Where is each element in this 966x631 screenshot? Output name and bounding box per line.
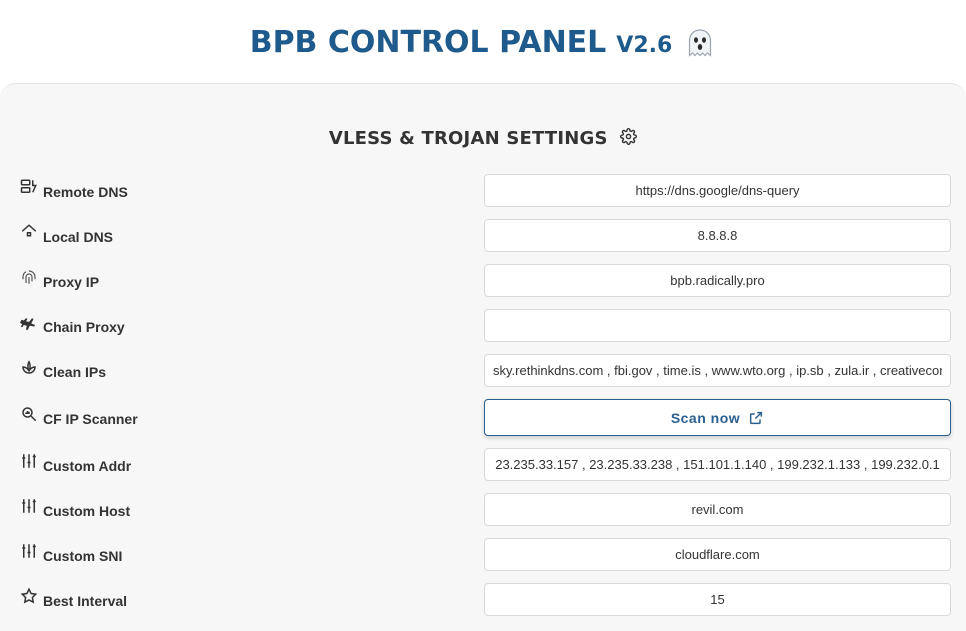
remote-dns-input[interactable] [484,174,951,207]
sliders-icon [22,453,36,468]
star-icon [20,587,38,604]
row-cf-ip-scanner: CF IP Scanner Scan now [0,399,966,448]
settings-rows: Remote DNS Local DNS [0,174,966,628]
cf-ip-scanner-label-group: CF IP Scanner [20,399,138,436]
row-remote-dns: Remote DNS [0,174,966,219]
row-custom-host: Custom Host [0,493,966,538]
custom-sni-label-group: Custom SNI [20,538,122,571]
sliders-icon [22,498,36,513]
page-title: BPB CONTROL PANEL V2.6 [250,25,717,60]
clean-ips-label: Clean IPs [43,363,107,380]
ghost-icon [689,28,712,57]
row-custom-addr: Custom Addr [0,448,966,493]
row-chain-proxy: Chain Proxy [0,309,966,354]
proxy-ip-label: Proxy IP [43,273,100,290]
chain-proxy-label: Chain Proxy [43,318,125,335]
custom-host-input[interactable] [484,493,951,526]
clean-ips-input[interactable] [484,354,951,387]
proxy-ip-label-group: Proxy IP [20,264,99,297]
section-title: VLESS & TROJAN SETTINGS [0,128,966,149]
gear-icon [620,128,638,145]
lotus-icon [22,359,36,374]
custom-addr-label-group: Custom Addr [20,448,131,481]
dns-icon [20,179,37,193]
fingerprint-icon [22,269,36,284]
row-proxy-ip: Proxy IP [0,264,966,309]
best-interval-input[interactable] [484,583,951,616]
chain-proxy-label-group: Chain Proxy [20,309,125,342]
row-best-interval: Best Interval [0,583,966,628]
best-interval-label-group: Best Interval [20,583,127,616]
custom-addr-input[interactable] [484,448,951,481]
scan-now-button[interactable]: Scan now [484,399,951,436]
row-clean-ips: Clean IPs [0,354,966,399]
scan-now-label: Scan now [670,409,741,426]
local-dns-label-group: Local DNS [20,219,113,252]
home-icon [21,223,37,236]
local-dns-input[interactable] [484,219,951,252]
row-local-dns: Local DNS [0,219,966,264]
custom-addr-label: Custom Addr [43,457,132,474]
version-label: V2.6 [616,33,673,58]
section-title-text: VLESS & TROJAN SETTINGS [328,128,608,149]
settings-panel: VLESS & TROJAN SETTINGS Remote DNS https… [0,83,966,631]
page-title-text: BPB CONTROL PANEL [249,25,607,60]
scan-search-icon [22,406,37,421]
page-header: BPB CONTROL PANEL V2.6 [0,0,966,83]
remote-dns-label-group: Remote DNS [20,174,128,207]
sliders-icon [22,543,36,558]
custom-host-label: Custom Host [43,502,131,519]
clean-ips-label-group: Clean IPs [20,354,106,387]
airplane-icon [20,317,35,330]
row-custom-sni: Custom SNI [0,538,966,583]
custom-sni-input[interactable] [484,538,951,571]
proxy-ip-input[interactable] [484,264,951,297]
cf-ip-scanner-label: CF IP Scanner [43,410,138,427]
custom-host-label-group: Custom Host [20,493,130,526]
external-link-icon [750,411,763,424]
local-dns-label: Local DNS [43,228,114,245]
chain-proxy-input[interactable] [484,309,951,342]
best-interval-label: Best Interval [43,592,128,609]
remote-dns-label: Remote DNS [43,183,128,200]
custom-sni-label: Custom SNI [43,547,123,564]
